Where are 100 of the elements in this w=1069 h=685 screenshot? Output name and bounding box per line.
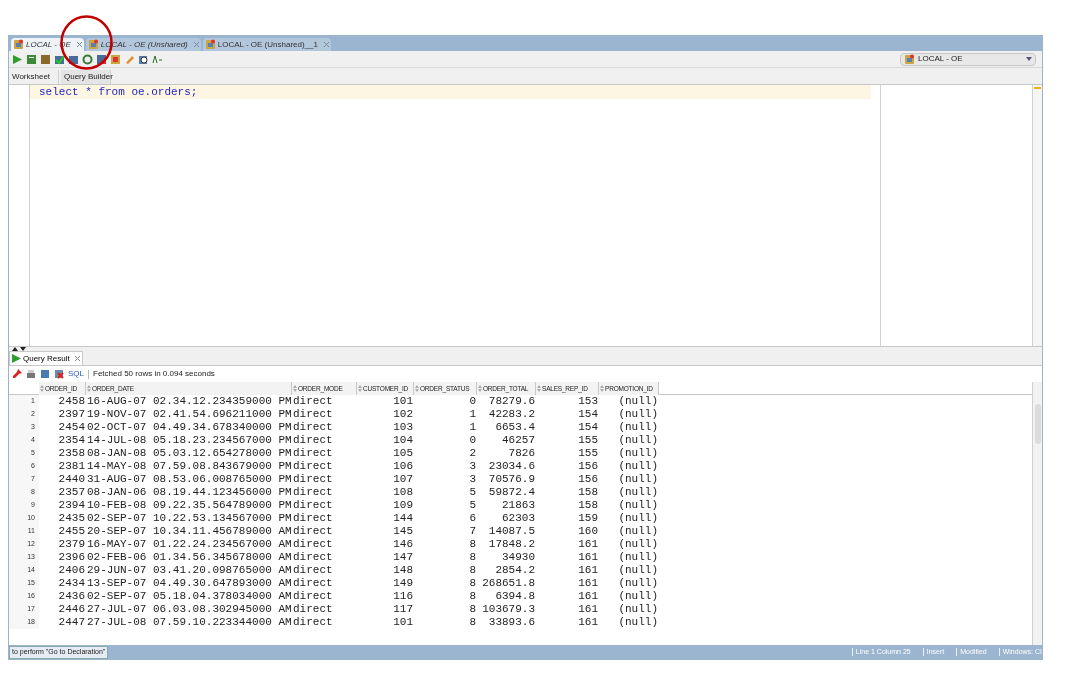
table-cell-text: (null) [617,538,659,551]
table-cell-text: 101 [392,395,414,408]
table-cell-text: direct [292,564,334,577]
worksheet-tab[interactable]: Worksheet [9,70,59,84]
table-cell-text: 2396 [57,551,86,564]
close-icon[interactable] [193,42,199,47]
table-cell-text: 148 [392,564,414,577]
table-cell-text: 2435 [57,512,86,525]
table-cell-text: 145 [392,525,414,538]
table-cell-text: 2436 [57,590,86,603]
table-cell-text: 158 [577,499,599,512]
table-cell-text: 117 [392,603,414,616]
table-cell-text: 21863 [501,499,536,512]
table-cell-text: 103679.3 [481,603,536,616]
table-cell-text: 2379 [57,538,86,551]
grid-icon[interactable] [110,53,121,65]
table-cell-text: direct [292,551,334,564]
close-icon[interactable] [74,356,80,361]
table-cell-text: 161 [577,577,599,590]
table-cell-text: (null) [617,486,659,499]
table-cell-text: 5 [468,499,477,512]
table-cell-text: 158 [577,486,599,499]
table-cell-text: direct [292,447,334,460]
script-icon[interactable] [26,53,37,65]
table-cell-text: (null) [617,460,659,473]
sql-link[interactable]: SQL [68,368,84,380]
splitter-arrows-icon[interactable] [12,346,26,352]
table-cell-text: 7 [468,525,477,538]
table-cell-text: 7826 [507,447,536,460]
clock-icon[interactable] [138,53,149,65]
table-cell-text: 6394.8 [494,590,536,603]
format-icon[interactable] [152,53,163,65]
table-cell: 29-JUN-07 03.41.20.098765000 AM [86,564,292,577]
editor-tab[interactable]: LOCAL - OE (Unshared)__1 [202,38,331,51]
worksheet-tab[interactable]: Query Builder [61,70,111,84]
table-cell-text: 104 [392,434,414,447]
table-cell-text: (null) [617,499,659,512]
print-icon[interactable] [26,369,36,379]
table-cell-text: 154 [577,421,599,434]
sort-icon[interactable] [40,385,44,392]
table-cell-text: 2357 [57,486,86,499]
table-cell-text: 2397 [57,408,86,421]
table-cell-text: 2358 [57,447,86,460]
delete-icon[interactable] [54,369,64,379]
table-cell-text: (null) [617,577,659,590]
table-cell-text: 1 [468,408,477,421]
table-cell-text: (null) [617,551,659,564]
table-cell: 08-JAN-06 08.19.44.123456000 PM [86,486,292,499]
table-cell-text: 161 [577,551,599,564]
table-cell-text: 116 [392,590,414,603]
table-cell-text: 153 [577,395,599,408]
table-cell-text: 23034.6 [487,460,536,473]
table-cell-text: 70576.9 [487,473,536,486]
table-cell: 02-SEP-07 05.18.04.378034000 AM [86,590,292,603]
sql-code[interactable]: select * from oe.orders; [39,83,198,101]
table-cell-text: 1 [468,421,477,434]
table-cell: 14-MAY-08 07.59.08.843679000 PM [86,460,292,473]
table-cell-text: (null) [617,525,659,538]
table-cell: 31-AUG-07 08.53.06.008765000 PM [86,473,292,486]
table-cell-text: 107 [392,473,414,486]
commit-icon[interactable] [54,53,65,65]
table-cell-text: (null) [617,408,659,421]
table-cell-text: 268651.8 [481,577,536,590]
table-cell: 10-FEB-08 09.22.35.564789000 PM [86,499,292,512]
table-cell-text: 8 [468,616,477,629]
table-cell-text: 105 [392,447,414,460]
table-cell-text: 8 [468,564,477,577]
fetch-status-message: Fetched 50 rows in 0.094 seconds [93,368,215,380]
database-icon [204,39,216,50]
vertical-scrollbar[interactable] [1032,382,1042,645]
table-cell-text: 155 [577,447,599,460]
table-cell-text: (null) [617,395,659,408]
table-cell-text: 34930 [501,551,536,564]
table-cell-text: 156 [577,460,599,473]
table-cell: 14-JUL-08 05.18.23.234567000 PM [86,434,292,447]
table-cell-text: 17848.2 [487,538,536,551]
table-cell-text: 5 [468,486,477,499]
connection-dropdown[interactable]: LOCAL - OE [900,52,1036,66]
table-cell: 27-JUL-08 07.59.10.223344000 AM [86,616,292,629]
table-cell-text: direct [292,395,334,408]
table-cell: 02-SEP-07 10.22.53.134567000 PM [86,512,292,525]
warning-marker [1034,87,1041,89]
table-cell-text: 8 [468,603,477,616]
table-cell-text: 149 [392,577,414,590]
table-cell-text: direct [292,421,334,434]
close-icon[interactable] [76,42,82,47]
close-icon[interactable] [323,42,329,47]
table-cell-text: 2458 [57,395,86,408]
table-cell-text: 46257 [501,434,536,447]
table-cell-text: 161 [577,616,599,629]
query-result-tab[interactable]: Query Result [9,351,83,365]
table-cell-text: 160 [577,525,599,538]
table-cell-text: 161 [577,538,599,551]
table-cell-text: 2440 [57,473,86,486]
pin-icon[interactable] [12,369,22,379]
table-cell: 16-MAY-07 01.22.24.234567000 AM [86,538,292,551]
table-cell: 08-JAN-08 05.03.12.654278000 PM [86,447,292,460]
table-cell-text: 106 [392,460,414,473]
run-icon[interactable] [12,53,23,65]
table-cell-text: 101 [392,616,414,629]
